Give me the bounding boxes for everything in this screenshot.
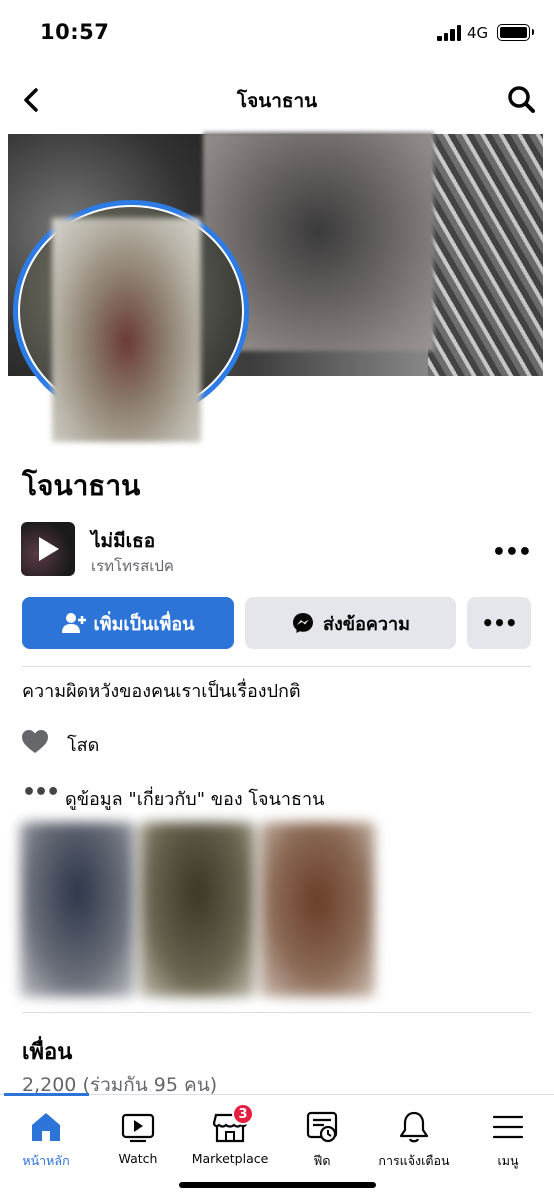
add-friend-button[interactable]: เพิ่มเป็นเพื่อน — [22, 597, 234, 649]
home-icon — [28, 1109, 64, 1145]
profile-bio: ความผิดหวังของคนเราเป็นเรื่องปกติ — [22, 681, 301, 702]
tab-label: ฟีด — [313, 1153, 331, 1168]
add-friend-label: เพิ่มเป็นเพื่อน — [93, 613, 195, 635]
tab-label: การแจ้งเตือน — [378, 1153, 450, 1168]
profile-blur-overlay — [52, 218, 201, 442]
music-artist: เรทโทรสเปค — [91, 557, 174, 575]
more-dots-icon: ••• — [22, 780, 60, 805]
divider — [22, 1012, 531, 1013]
search-icon — [508, 86, 535, 113]
music-more-button[interactable]: ••• — [492, 540, 532, 565]
add-friend-icon — [61, 613, 86, 633]
featured-photo[interactable] — [140, 822, 255, 997]
search-button[interactable] — [504, 82, 540, 118]
tab-watch[interactable]: Watch — [92, 1109, 184, 1166]
status-time: 10:57 — [40, 20, 110, 44]
heart-icon — [22, 730, 48, 753]
page-title: โจนาธาน — [236, 90, 318, 112]
music-title: ไม่มีเธอ — [91, 530, 156, 552]
message-button[interactable]: ส่งข้อความ — [245, 597, 456, 649]
tab-label: หน้าหลัก — [22, 1153, 70, 1168]
tab-notifications[interactable]: การแจ้งเตือน — [368, 1109, 460, 1171]
notification-badge: 3 — [232, 1103, 254, 1125]
top-nav: โจนาธาน — [0, 66, 554, 132]
bell-icon — [396, 1109, 432, 1145]
tab-label: Watch — [118, 1151, 158, 1166]
divider — [22, 666, 531, 667]
home-indicator — [179, 1182, 376, 1188]
music-thumbnail[interactable] — [21, 522, 75, 576]
feed-icon — [304, 1109, 340, 1145]
about-link[interactable]: ••• ดูข้อมูล "เกี่ยวกับ" ของ โจนาธาน — [22, 780, 522, 812]
tab-feed[interactable]: ฟีด — [276, 1109, 368, 1171]
play-icon — [39, 537, 59, 561]
featured-photo[interactable] — [20, 822, 135, 997]
profile-music[interactable]: ไม่มีเธอ เรทโทรสเปค ••• — [21, 522, 532, 578]
more-actions-button[interactable]: ••• — [467, 597, 531, 649]
tab-label: เมนู — [497, 1153, 519, 1168]
active-tab-indicator — [4, 1093, 89, 1096]
tab-home[interactable]: หน้าหลัก — [0, 1109, 92, 1171]
watch-icon — [120, 1109, 156, 1145]
messenger-icon — [292, 613, 313, 633]
network-label: 4G — [467, 24, 489, 42]
tab-menu[interactable]: เมนู — [462, 1109, 554, 1171]
profile-name: โจนาธาน — [22, 469, 141, 502]
relationship-row: โสด — [22, 728, 322, 758]
signal-icon — [437, 25, 463, 41]
battery-icon — [497, 24, 534, 41]
friends-heading: เพื่อน — [22, 1040, 73, 1065]
menu-icon — [490, 1109, 526, 1145]
featured-photos[interactable] — [20, 812, 390, 1007]
status-bar: 10:57 4G — [0, 0, 554, 66]
relationship-status: โสด — [67, 735, 100, 756]
tab-label: Marketplace — [191, 1151, 269, 1166]
marketplace-icon: 3 — [212, 1103, 254, 1145]
message-label: ส่งข้อความ — [322, 613, 410, 635]
mutual-friends: (ร่วมกัน 95 คน) — [76, 1074, 218, 1096]
featured-photo[interactable] — [260, 822, 375, 997]
about-link-label: ดูข้อมูล "เกี่ยวกับ" ของ โจนาธาน — [65, 789, 325, 810]
tab-marketplace[interactable]: 3 Marketplace — [184, 1103, 276, 1166]
